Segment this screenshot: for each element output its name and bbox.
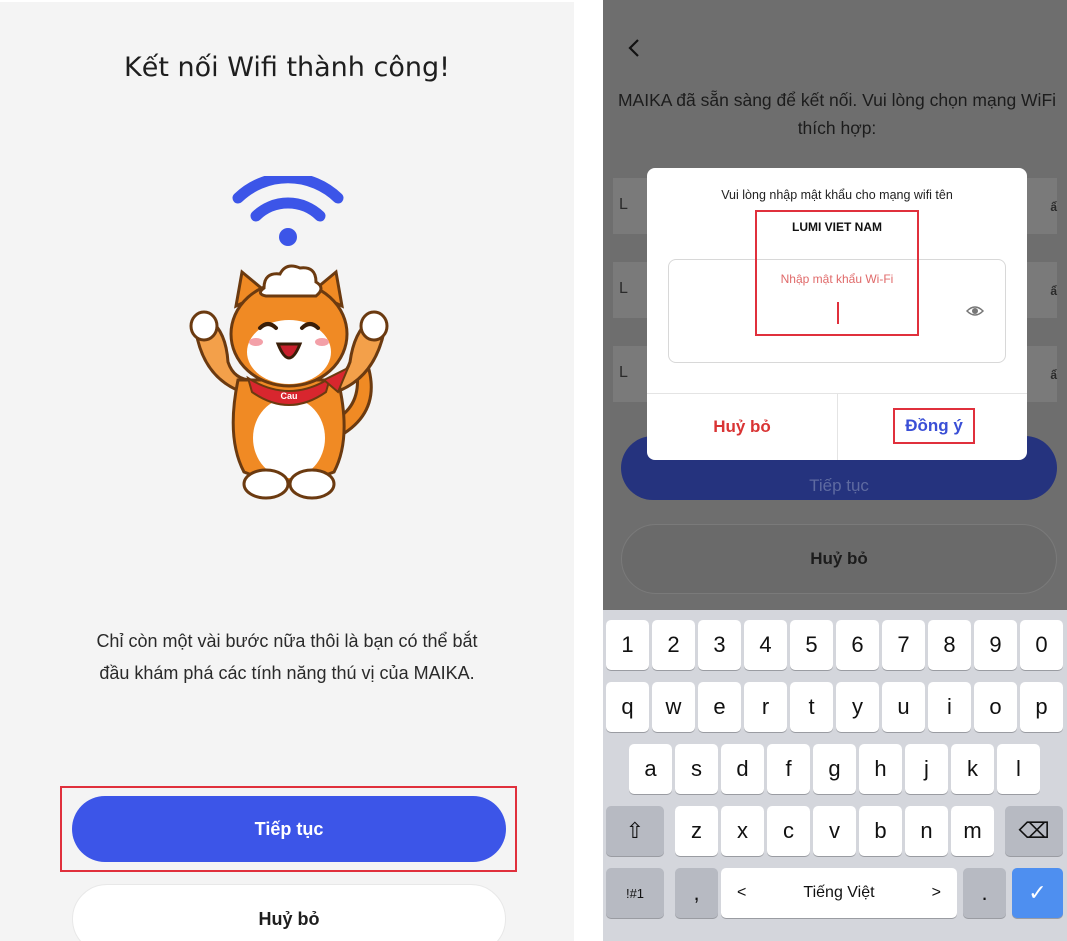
- key-1[interactable]: 1: [606, 620, 649, 670]
- key-6[interactable]: 6: [836, 620, 879, 670]
- wifi-password-dialog: Vui lòng nhập mật khẩu cho mạng wifi tên…: [647, 168, 1027, 460]
- done-key[interactable]: ✓: [1012, 868, 1063, 918]
- key-i[interactable]: i: [928, 682, 971, 732]
- key-9[interactable]: 9: [974, 620, 1017, 670]
- space-bar[interactable]: < Tiếng Việt >: [721, 868, 957, 918]
- key-d[interactable]: d: [721, 744, 764, 794]
- key-k[interactable]: k: [951, 744, 994, 794]
- network-name-fragment: L: [619, 280, 628, 297]
- key-n[interactable]: n: [905, 806, 948, 856]
- success-screen: Kết nối Wifi thành công! Cau Chỉ còn một…: [0, 0, 574, 941]
- wifi-select-prompt: MAIKA đã sẵn sàng để kết nối. Vui lòng c…: [617, 90, 1057, 138]
- continue-button[interactable]: Tiếp tục: [72, 796, 506, 862]
- cancel-button[interactable]: Huỷ bỏ: [621, 524, 1057, 594]
- network-name-fragment: L: [619, 364, 628, 381]
- dialog-divider: [837, 394, 838, 460]
- eye-icon[interactable]: [966, 304, 984, 318]
- period-key[interactable]: .: [963, 868, 1006, 918]
- key-a[interactable]: a: [629, 744, 672, 794]
- key-q[interactable]: q: [606, 682, 649, 732]
- space-bar-label: Tiếng Việt: [803, 884, 875, 901]
- key-j[interactable]: j: [905, 744, 948, 794]
- shift-key[interactable]: ⇧: [606, 806, 664, 856]
- success-description: Chỉ còn một vài bước nữa thôi là bạn có …: [96, 631, 478, 683]
- key-2[interactable]: 2: [652, 620, 695, 670]
- wifi-icon: [232, 176, 344, 246]
- onscreen-keyboard: 1 2 3 4 5 6 7 8 9 0 q w e r t y u i o p …: [603, 610, 1067, 941]
- key-l[interactable]: l: [997, 744, 1040, 794]
- key-m[interactable]: m: [951, 806, 994, 856]
- key-f[interactable]: f: [767, 744, 810, 794]
- symbols-key[interactable]: !#1: [606, 868, 664, 918]
- tiger-mascot-illustration: Cau: [189, 264, 389, 500]
- key-0[interactable]: 0: [1020, 620, 1063, 670]
- cursor-right-icon: >: [931, 884, 941, 901]
- input-highlight-box: [755, 210, 919, 336]
- chevron-left-icon[interactable]: [625, 38, 645, 58]
- key-z[interactable]: z: [675, 806, 718, 856]
- key-t[interactable]: t: [790, 682, 833, 732]
- wifi-password-screen: MAIKA đã sẵn sàng để kết nối. Vui lòng c…: [603, 0, 1067, 941]
- key-v[interactable]: v: [813, 806, 856, 856]
- comma-key[interactable]: ,: [675, 868, 718, 918]
- lock-icon: ẩ: [1050, 368, 1057, 382]
- key-r[interactable]: r: [744, 682, 787, 732]
- key-7[interactable]: 7: [882, 620, 925, 670]
- backspace-key[interactable]: ⌫: [1005, 806, 1063, 856]
- key-p[interactable]: p: [1020, 682, 1063, 732]
- cursor-left-icon: <: [737, 884, 747, 901]
- key-s[interactable]: s: [675, 744, 718, 794]
- page-title: Kết nối Wifi thành công!: [124, 52, 450, 83]
- key-o[interactable]: o: [974, 682, 1017, 732]
- key-5[interactable]: 5: [790, 620, 833, 670]
- key-h[interactable]: h: [859, 744, 902, 794]
- key-x[interactable]: x: [721, 806, 764, 856]
- dialog-message: Vui lòng nhập mật khẩu cho mạng wifi tên: [721, 188, 953, 202]
- key-8[interactable]: 8: [928, 620, 971, 670]
- key-4[interactable]: 4: [744, 620, 787, 670]
- mascot-scarf-badge: Cau: [280, 391, 297, 401]
- key-3[interactable]: 3: [698, 620, 741, 670]
- dialog-agree-button[interactable]: Đồng ý: [893, 408, 975, 444]
- dialog-cancel-button[interactable]: Huỷ bỏ: [647, 394, 837, 460]
- key-c[interactable]: c: [767, 806, 810, 856]
- cancel-button[interactable]: Huỷ bỏ: [72, 884, 506, 941]
- top-divider: [0, 0, 574, 2]
- lock-icon: ẩ: [1050, 284, 1057, 298]
- lock-icon: ẩ: [1050, 200, 1057, 214]
- key-b[interactable]: b: [859, 806, 902, 856]
- key-y[interactable]: y: [836, 682, 879, 732]
- key-w[interactable]: w: [652, 682, 695, 732]
- network-name-fragment: L: [619, 196, 628, 213]
- key-e[interactable]: e: [698, 682, 741, 732]
- key-g[interactable]: g: [813, 744, 856, 794]
- key-u[interactable]: u: [882, 682, 925, 732]
